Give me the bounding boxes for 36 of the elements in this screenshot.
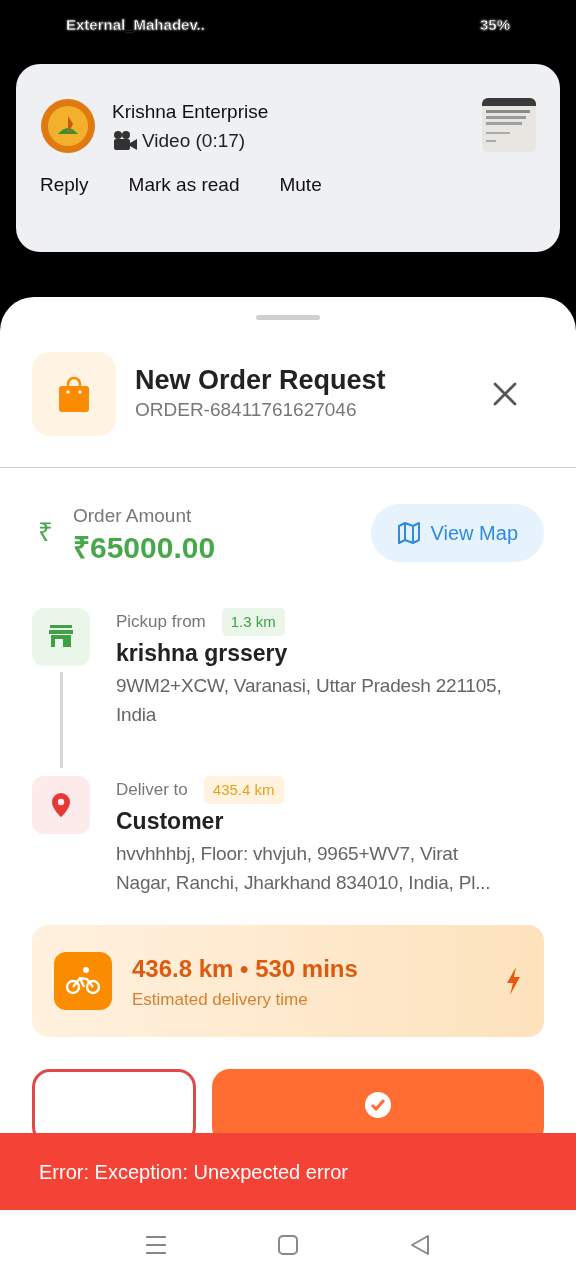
- back-icon[interactable]: [409, 1234, 431, 1256]
- estimate-caption: Estimated delivery time: [132, 988, 309, 1011]
- rupee-symbol: ₹: [38, 516, 53, 550]
- distance-and-time: 436.8 km • 530 mins: [132, 953, 359, 984]
- message-preview: Video (0:17): [142, 128, 246, 153]
- map-icon: [396, 520, 421, 545]
- video-camera-icon: [112, 129, 138, 152]
- sheet-title: New Order Request: [135, 363, 387, 396]
- stop-address: hvvhhhbj, Floor: vhvjuh, 9965+WV7, Virat Nagar, Ranchi, Jharkhand 834010, India, Pl...: [116, 841, 492, 895]
- logo-icon: [40, 98, 96, 154]
- notification-action[interactable]: Mark as read: [128, 171, 240, 200]
- battery-level: 35%: [479, 15, 510, 35]
- stop-address: 9WM2+XCW, Varanasi, Uttar Pradesh 221105, India: [116, 673, 503, 727]
- home-icon[interactable]: [277, 1234, 299, 1256]
- notification-card[interactable]: Krishna Enterprise Video (0:17) Reply Mark as read Mute: [16, 64, 560, 252]
- notification-action[interactable]: Mute: [279, 171, 322, 200]
- lightning-icon: [504, 966, 522, 997]
- sender-name: Krishna Enterprise: [112, 100, 270, 124]
- stop-label: Pickup from: [116, 611, 206, 633]
- stop-name: Customer: [116, 807, 225, 836]
- menu-icon[interactable]: [145, 1235, 167, 1255]
- order-amount: ₹65000.00: [73, 530, 217, 564]
- carrier-name: External_Mahadev..: [66, 15, 205, 35]
- error-snackbar: Error: Exception: Unexpected error: [0, 1133, 576, 1210]
- stop-name: krishna grssery: [116, 639, 289, 668]
- cyclist-icon: [65, 966, 101, 997]
- stop-label: Deliver to: [116, 779, 188, 801]
- check-circle-icon: [364, 1091, 392, 1120]
- shopping-bag-icon: [57, 376, 91, 412]
- notification-action[interactable]: Reply: [40, 171, 89, 200]
- close-icon: [492, 381, 518, 407]
- distance-tag: 1.3 km: [221, 607, 285, 636]
- order-id: ORDER-68411761627046: [135, 397, 358, 422]
- distance-tag: 435.4 km: [203, 775, 284, 804]
- drag-handle[interactable]: [256, 315, 320, 320]
- amount-label: Order Amount: [73, 504, 193, 528]
